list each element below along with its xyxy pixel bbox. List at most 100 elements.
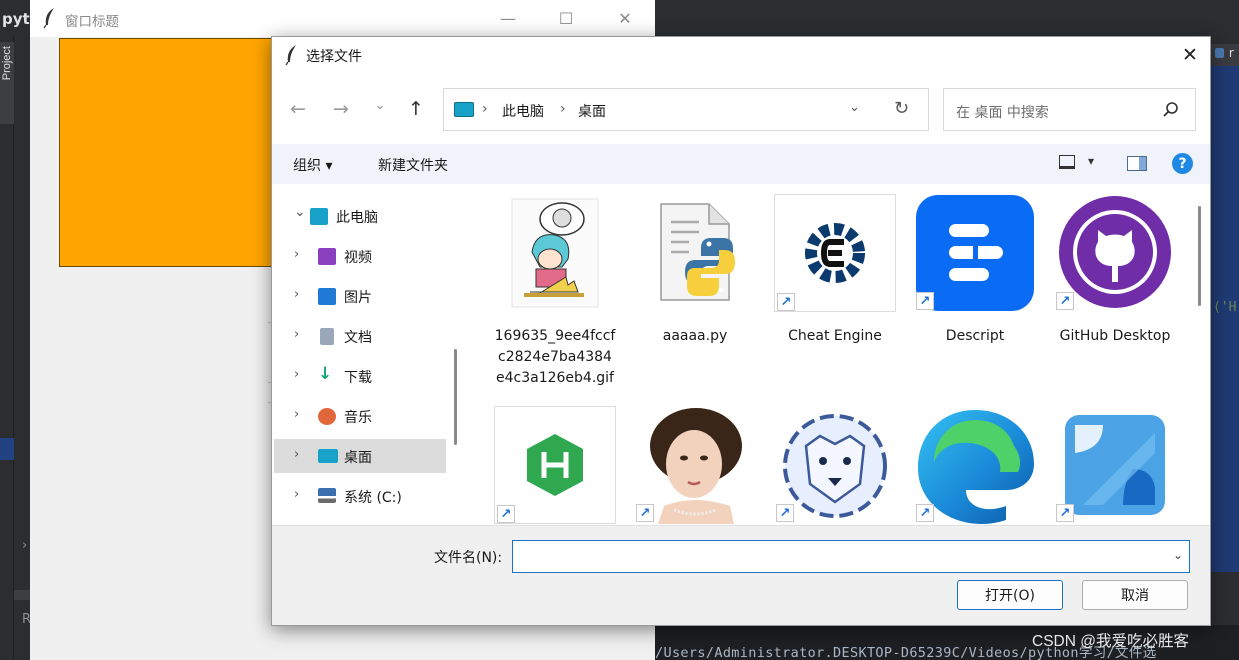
breadcrumb-separator: › xyxy=(560,101,566,117)
filename-dropdown-icon[interactable]: ⌄ xyxy=(1173,548,1183,562)
collapse-chevron-icon[interactable]: › xyxy=(294,327,299,342)
shortcut-arrow-icon: ↗ xyxy=(916,292,934,310)
music-icon xyxy=(318,408,336,425)
back-button[interactable]: ← xyxy=(285,97,311,121)
recent-locations-button[interactable]: ⌄ xyxy=(367,93,393,117)
file-name: 169635_9ee4fccfc2824e7ba4384e4c3a126eb4.… xyxy=(494,328,616,386)
file-item-descript[interactable]: ↗ Descript xyxy=(914,194,1036,344)
dialog-title: 选择文件 xyxy=(306,49,362,65)
ide-left-highlight xyxy=(0,438,14,460)
search-icon[interactable] xyxy=(1161,100,1181,120)
cheetah-thumbnail: ↗ xyxy=(774,406,896,524)
file-item-cheat-engine[interactable]: ↗ Cheat Engine xyxy=(774,194,896,344)
file-list-scrollbar[interactable] xyxy=(1198,206,1201,306)
ide-editor-tab-label: r xyxy=(1228,46,1234,60)
preview-pane-icon[interactable] xyxy=(1127,156,1147,171)
cancel-button[interactable]: 取消 xyxy=(1082,580,1188,610)
github-desktop-thumbnail: ↗ xyxy=(1054,194,1176,312)
tree-item-system-drive[interactable]: › 系统 (C:) xyxy=(274,479,446,513)
tree-item-videos[interactable]: › 视频 xyxy=(274,239,446,273)
tree-item-label: 系统 (C:) xyxy=(344,490,402,506)
organize-button[interactable]: 组织 ▾ xyxy=(293,155,332,175)
python-file-thumbnail xyxy=(634,194,756,312)
tree-item-documents[interactable]: › 文档 xyxy=(274,319,446,353)
tree-item-label: 图片 xyxy=(344,290,372,306)
tree-item-label: 音乐 xyxy=(344,410,372,426)
collapse-chevron-icon[interactable]: › xyxy=(294,447,299,462)
breadcrumb-this-pc[interactable]: 此电脑 xyxy=(502,101,544,121)
download-icon: ↓ xyxy=(318,364,333,384)
shortcut-arrow-icon: ↗ xyxy=(636,504,654,522)
tree-item-label: 视频 xyxy=(344,250,372,266)
pc-icon xyxy=(454,102,474,117)
breadcrumb-desktop[interactable]: 桌面 xyxy=(578,101,606,121)
expand-chevron-icon[interactable]: ⌄ xyxy=(294,204,306,220)
edge-thumbnail: ↗ xyxy=(914,406,1036,524)
tk-close-button[interactable]: ✕ xyxy=(610,6,640,30)
tree-item-label: 文档 xyxy=(344,330,372,346)
file-item-edge[interactable]: ↗ xyxy=(914,406,1036,525)
tk-minimize-button[interactable]: — xyxy=(493,6,523,30)
new-folder-button[interactable]: 新建文件夹 xyxy=(378,155,448,175)
hbuilder-icon xyxy=(527,434,583,496)
navigation-tree: ⌄ 此电脑 › 视频 › 图片 › 文档 › ↓ 下载 › 音乐 › 桌面 › … xyxy=(272,184,466,525)
tk-title-bar[interactable]: 窗口标题 — ☐ ✕ xyxy=(30,0,655,37)
tree-item-downloads[interactable]: › ↓ 下载 xyxy=(274,359,446,393)
forward-button[interactable]: → xyxy=(328,97,354,121)
open-button[interactable]: 打开(O) xyxy=(957,580,1063,610)
dialog-title-bar[interactable]: 选择文件 ✕ xyxy=(272,37,1210,73)
ide-project-tab[interactable]: Project xyxy=(0,42,14,124)
help-icon[interactable]: ? xyxy=(1172,153,1193,174)
file-item-hbuilder[interactable]: ↗ xyxy=(494,406,616,525)
tree-item-label: 下载 xyxy=(344,370,372,386)
ide-collapse-chevron-icon[interactable]: › xyxy=(22,538,27,553)
descript-thumbnail: ↗ xyxy=(914,194,1036,312)
up-button[interactable]: ↑ xyxy=(403,97,429,121)
filename-input[interactable]: ⌄ xyxy=(512,540,1190,573)
view-dropdown-icon[interactable]: ▾ xyxy=(1088,154,1094,168)
file-item-python[interactable]: aaaaa.py xyxy=(634,194,756,344)
collapse-chevron-icon[interactable]: › xyxy=(294,407,299,422)
ide-editor-tab[interactable]: r xyxy=(1211,44,1239,66)
file-list: 169635_9ee4fccfc2824e7ba4384e4c3a126eb4.… xyxy=(466,184,1210,525)
file-item-github-desktop[interactable]: ↗ GitHub Desktop xyxy=(1054,194,1176,364)
tree-scrollbar[interactable] xyxy=(454,349,457,445)
ide-project-tab-label: Project xyxy=(1,46,13,81)
dialog-close-button[interactable]: ✕ xyxy=(1176,43,1204,67)
shortcut-arrow-icon: ↗ xyxy=(777,293,795,311)
ide-right-strip xyxy=(1211,572,1239,602)
tree-item-this-pc[interactable]: ⌄ 此电脑 xyxy=(274,199,446,233)
ide-editor-pane xyxy=(1211,66,1239,572)
cheat-engine-icon xyxy=(805,223,865,283)
collapse-chevron-icon[interactable]: › xyxy=(294,247,299,262)
file-item-gif[interactable]: 169635_9ee4fccfc2824e7ba4384e4c3a126eb4.… xyxy=(494,194,616,404)
file-item-blue-app[interactable]: ↗ xyxy=(1054,406,1176,525)
desktop-icon xyxy=(318,449,338,463)
file-item-cheetah[interactable]: ↗ xyxy=(774,406,896,525)
portrait-thumbnail: ↗ xyxy=(634,406,756,524)
file-item-portrait[interactable]: ↗ xyxy=(634,406,756,525)
tk-window-title: 窗口标题 xyxy=(65,14,119,30)
address-bar[interactable]: › 此电脑 › 桌面 ⌄ ↻ xyxy=(443,88,929,131)
dialog-feather-icon xyxy=(285,45,296,66)
collapse-chevron-icon[interactable]: › xyxy=(294,367,299,382)
tree-item-desktop[interactable]: › 桌面 xyxy=(274,439,446,473)
anime-sticker-icon xyxy=(511,198,599,308)
tree-item-label: 此电脑 xyxy=(336,210,378,226)
file-name: aaaaa.py xyxy=(662,328,728,344)
command-bar: 组织 ▾ 新建文件夹 ▾ ? xyxy=(272,144,1210,184)
collapse-chevron-icon[interactable]: › xyxy=(294,287,299,302)
view-icon[interactable] xyxy=(1059,155,1075,169)
shortcut-arrow-icon: ↗ xyxy=(497,505,515,523)
ide-left-bar xyxy=(14,590,30,600)
refresh-icon[interactable]: ↻ xyxy=(894,98,909,119)
tree-item-pictures[interactable]: › 图片 xyxy=(274,279,446,313)
tk-maximize-button[interactable]: ☐ xyxy=(551,6,581,30)
tree-item-music[interactable]: › 音乐 xyxy=(274,399,446,433)
collapse-chevron-icon[interactable]: › xyxy=(294,487,299,502)
address-dropdown-icon[interactable]: ⌄ xyxy=(849,100,860,115)
search-box[interactable]: 在 桌面 中搜索 xyxy=(943,88,1196,131)
hbuilder-thumbnail: ↗ xyxy=(494,406,616,524)
drive-icon xyxy=(318,488,336,503)
tree-item-label: 桌面 xyxy=(344,450,372,466)
